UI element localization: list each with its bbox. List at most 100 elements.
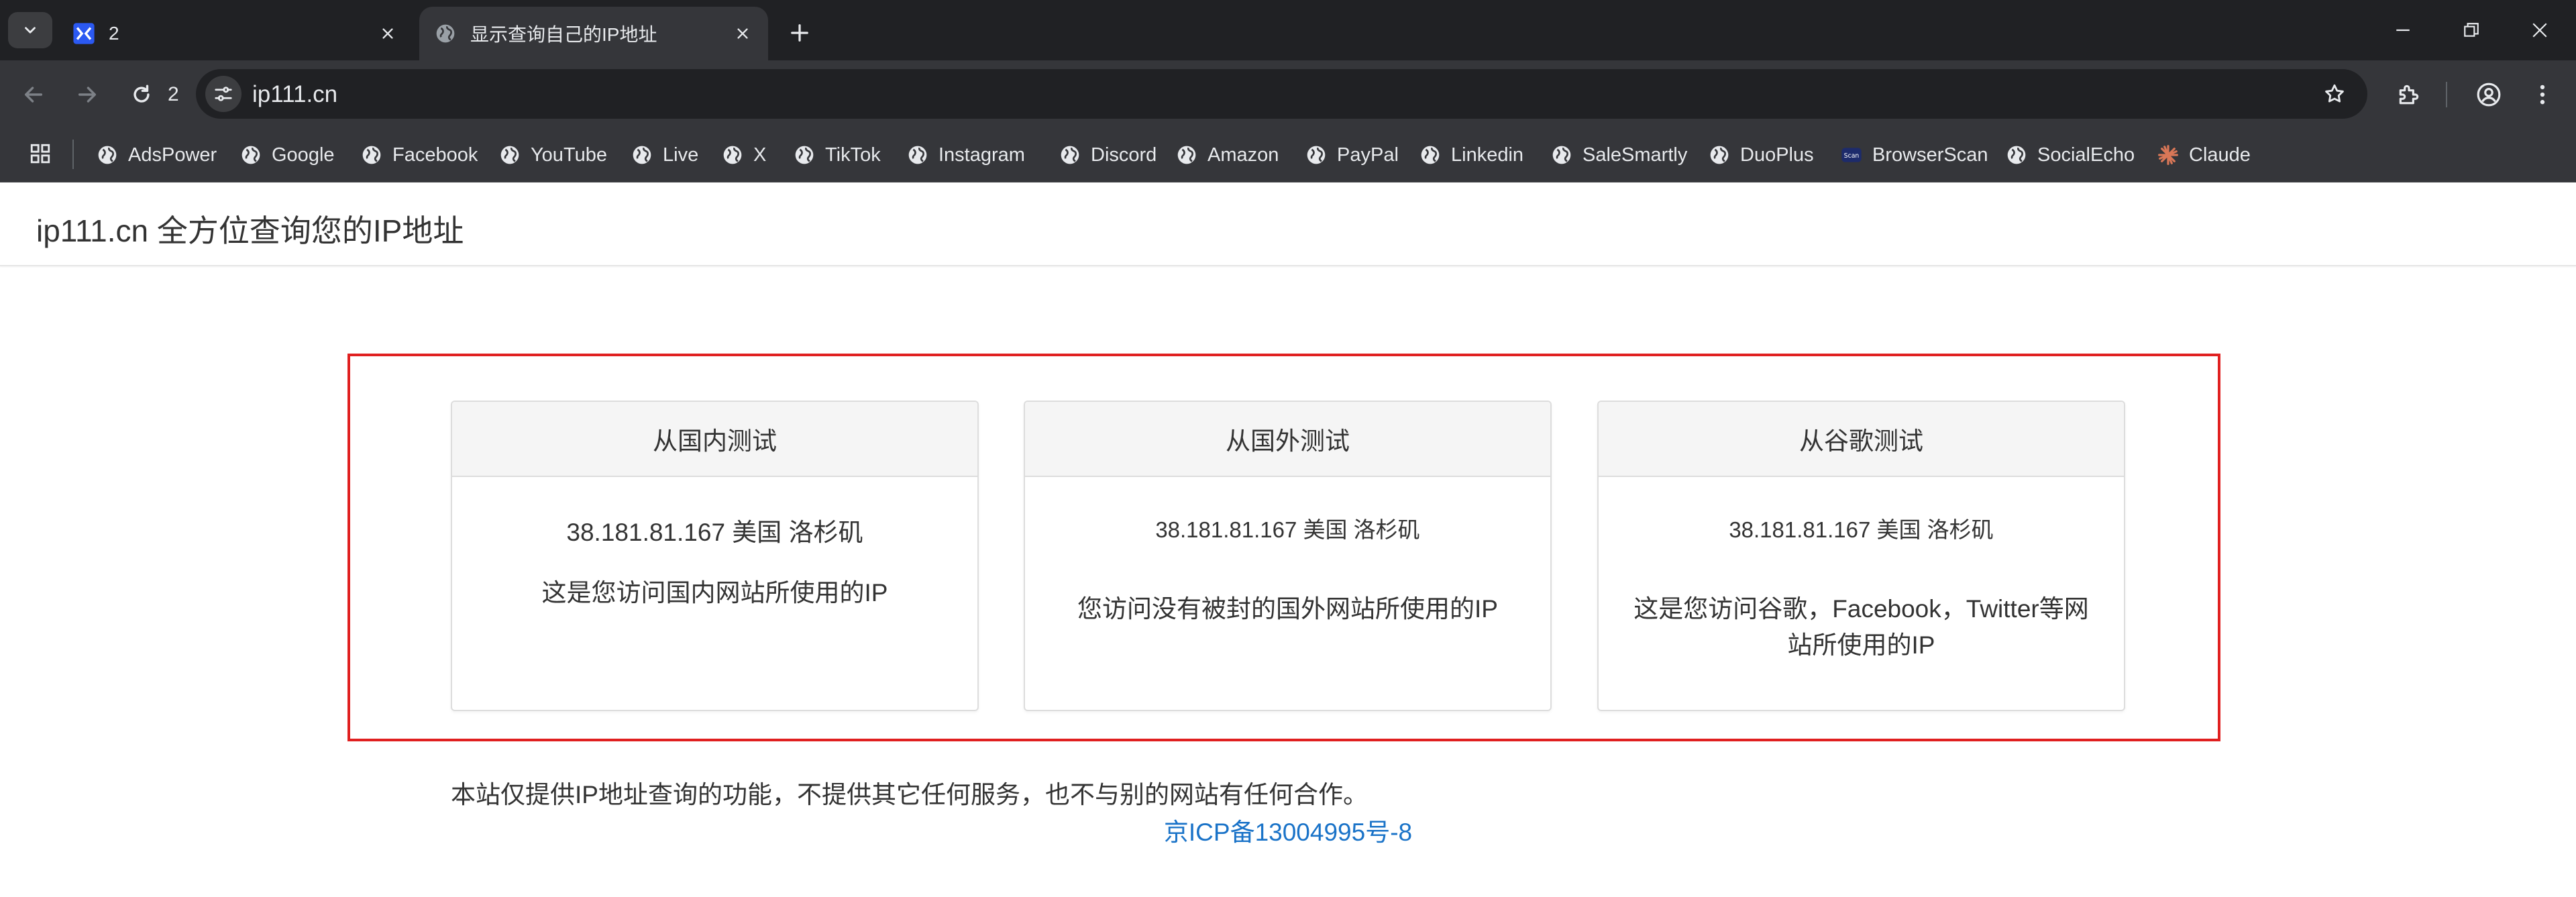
bookmark-linkedin[interactable]: Linkedin <box>1419 140 1523 170</box>
bookmark-facebook[interactable]: Facebook <box>360 140 478 170</box>
bookmark-socialecho[interactable]: SocialEcho <box>2005 140 2135 170</box>
reload-icon <box>133 85 150 103</box>
panel-body: 38.181.81.167 美国 洛杉矶 您访问没有被封的国外网站所使用的IP <box>1025 512 1550 627</box>
tab-title: 显示查询自己的IP地址 <box>470 24 657 45</box>
bookmark-salesmartly[interactable]: SaleSmartly <box>1550 140 1687 170</box>
bookmark-label: Amazon <box>1208 144 1279 166</box>
url-text[interactable]: ip111.cn <box>252 81 337 108</box>
bookmark-label: AdsPower <box>128 144 217 166</box>
bookmark-label: YouTube <box>531 144 607 166</box>
browserscan-logo-icon: Scan <box>1840 144 1863 166</box>
forward-button[interactable] <box>72 79 103 110</box>
tab-title: 2 <box>109 23 119 44</box>
ip-location-text: 38.181.81.167 美国 洛杉矶 <box>1729 517 1994 542</box>
close-icon[interactable] <box>374 20 401 47</box>
ip-location-text: 38.181.81.167 美国 洛杉矶 <box>1155 517 1420 542</box>
globe-icon <box>721 144 744 166</box>
bookmark-browserscan[interactable]: Scan BrowserScan <box>1840 140 1988 170</box>
bookmark-youtube[interactable]: YouTube <box>498 140 607 170</box>
more-vert-icon <box>2540 85 2545 105</box>
bookmark-label: PayPal <box>1337 144 1399 166</box>
bookmark-label: Google <box>272 144 335 166</box>
svg-text:Scan: Scan <box>1844 152 1860 160</box>
close-icon[interactable] <box>729 20 756 47</box>
menu-button[interactable] <box>2526 78 2559 111</box>
restore-icon <box>2464 23 2479 37</box>
bookmark-google[interactable]: Google <box>239 140 335 170</box>
globe-icon <box>1175 144 1198 166</box>
bookmarks-bar: AdsPower Google Facebook YouTube Live X TikTok… <box>0 127 2576 182</box>
bookmark-label: Discord <box>1091 144 1157 166</box>
panel-google-test: 从谷歌测试 38.181.81.167 美国 洛杉矶 这是您访问谷歌，Faceb… <box>1597 401 2125 711</box>
bookmark-duoplus[interactable]: DuoPlus <box>1708 140 1814 170</box>
tab-search-button[interactable] <box>8 12 52 48</box>
globe-icon <box>2005 144 2028 166</box>
browser-toolbar: 2 ip111.cn <box>0 60 2576 127</box>
globe-icon <box>1305 144 1328 166</box>
panel-description: 您访问没有被封的国外网站所使用的IP <box>1077 595 1498 623</box>
close-icon <box>2532 23 2547 38</box>
app-logo-icon <box>72 22 95 45</box>
new-tab-button[interactable] <box>784 17 816 49</box>
globe-icon <box>1708 144 1731 166</box>
site-brand[interactable]: ip111.cn 全方位查询您的IP地址 <box>36 207 464 251</box>
bookmark-label: Claude <box>2189 144 2251 166</box>
ip-location-text: 38.181.81.167 美国 洛杉矶 <box>566 519 863 546</box>
bookmark-label: Facebook <box>392 144 478 166</box>
apps-grid-icon[interactable] <box>27 140 54 167</box>
bookmark-label: TikTok <box>825 144 881 166</box>
site-navbar: ip111.cn 全方位查询您的IP地址 <box>0 182 2576 266</box>
address-bar[interactable]: ip111.cn <box>196 69 2367 119</box>
bookmark-instagram[interactable]: Instagram <box>906 140 1025 170</box>
panel-heading: 从国外测试 <box>1025 402 1550 477</box>
globe-icon <box>498 144 521 166</box>
panel-foreign-test: 从国外测试 38.181.81.167 美国 洛杉矶 您访问没有被封的国外网站所… <box>1024 401 1552 711</box>
globe-icon <box>1419 144 1442 166</box>
back-button[interactable] <box>18 79 49 110</box>
bookmark-live[interactable]: Live <box>631 140 698 170</box>
tab-2[interactable]: 显示查询自己的IP地址 <box>419 7 768 60</box>
plus-icon <box>791 24 808 42</box>
bookmark-label: Linkedin <box>1451 144 1524 166</box>
icp-link[interactable]: 京ICP备13004995号-8 <box>0 812 2576 848</box>
globe-icon <box>96 144 119 166</box>
tune-icon <box>215 87 232 101</box>
extensions-button[interactable] <box>2393 78 2425 111</box>
minimize-button[interactable] <box>2383 13 2423 47</box>
panel-description: 这是您访问国内网站所使用的IP <box>541 579 888 606</box>
account-icon <box>2477 83 2501 107</box>
bookmark-amazon[interactable]: Amazon <box>1175 140 1279 170</box>
bookmark-star-button[interactable] <box>2320 80 2349 108</box>
globe-icon <box>1059 144 1081 166</box>
window-close-button[interactable] <box>2520 13 2560 47</box>
chevron-down-icon <box>25 27 36 34</box>
site-info-button[interactable] <box>205 76 241 112</box>
bookmark-label: BrowserScan <box>1872 144 1988 166</box>
bookmark-adspower[interactable]: AdsPower <box>96 140 217 170</box>
restore-button[interactable] <box>2451 13 2491 47</box>
claude-logo-icon <box>2157 144 2180 166</box>
bookmark-label: X <box>753 144 767 166</box>
panel-body: 38.181.81.167 美国 洛杉矶 这是您访问谷歌，Facebook，Tw… <box>1599 512 2124 664</box>
bookmark-paypal[interactable]: PayPal <box>1305 140 1399 170</box>
globe-icon <box>631 144 653 166</box>
panel-heading: 从国内测试 <box>452 402 977 477</box>
panel-body: 38.181.81.167 美国 洛杉矶 这是您访问国内网站所使用的IP <box>452 512 977 611</box>
bookmark-tiktok[interactable]: TikTok <box>793 140 881 170</box>
bookmark-label: Instagram <box>938 144 1025 166</box>
profile-button[interactable] <box>2473 78 2505 111</box>
bookmark-label: SaleSmartly <box>1582 144 1688 166</box>
panel-domestic-test: 从国内测试 38.181.81.167 美国 洛杉矶 这是您访问国内网站所使用的… <box>451 401 979 711</box>
panel-description: 这是您访问谷歌，Facebook，Twitter等网站所使用的IP <box>1633 595 2089 659</box>
bookmark-x[interactable]: X <box>721 140 766 170</box>
globe-icon <box>360 144 383 166</box>
star-icon <box>2325 84 2344 103</box>
bookmark-label: DuoPlus <box>1740 144 1814 166</box>
tab-1[interactable]: 2 <box>58 7 413 60</box>
reload-count: 2 <box>168 83 179 105</box>
globe-icon <box>1550 144 1573 166</box>
bookmark-discord[interactable]: Discord <box>1059 140 1157 170</box>
reload-button[interactable] <box>126 79 157 110</box>
arrow-right-icon <box>78 87 97 103</box>
bookmark-claude[interactable]: Claude <box>2157 140 2251 170</box>
